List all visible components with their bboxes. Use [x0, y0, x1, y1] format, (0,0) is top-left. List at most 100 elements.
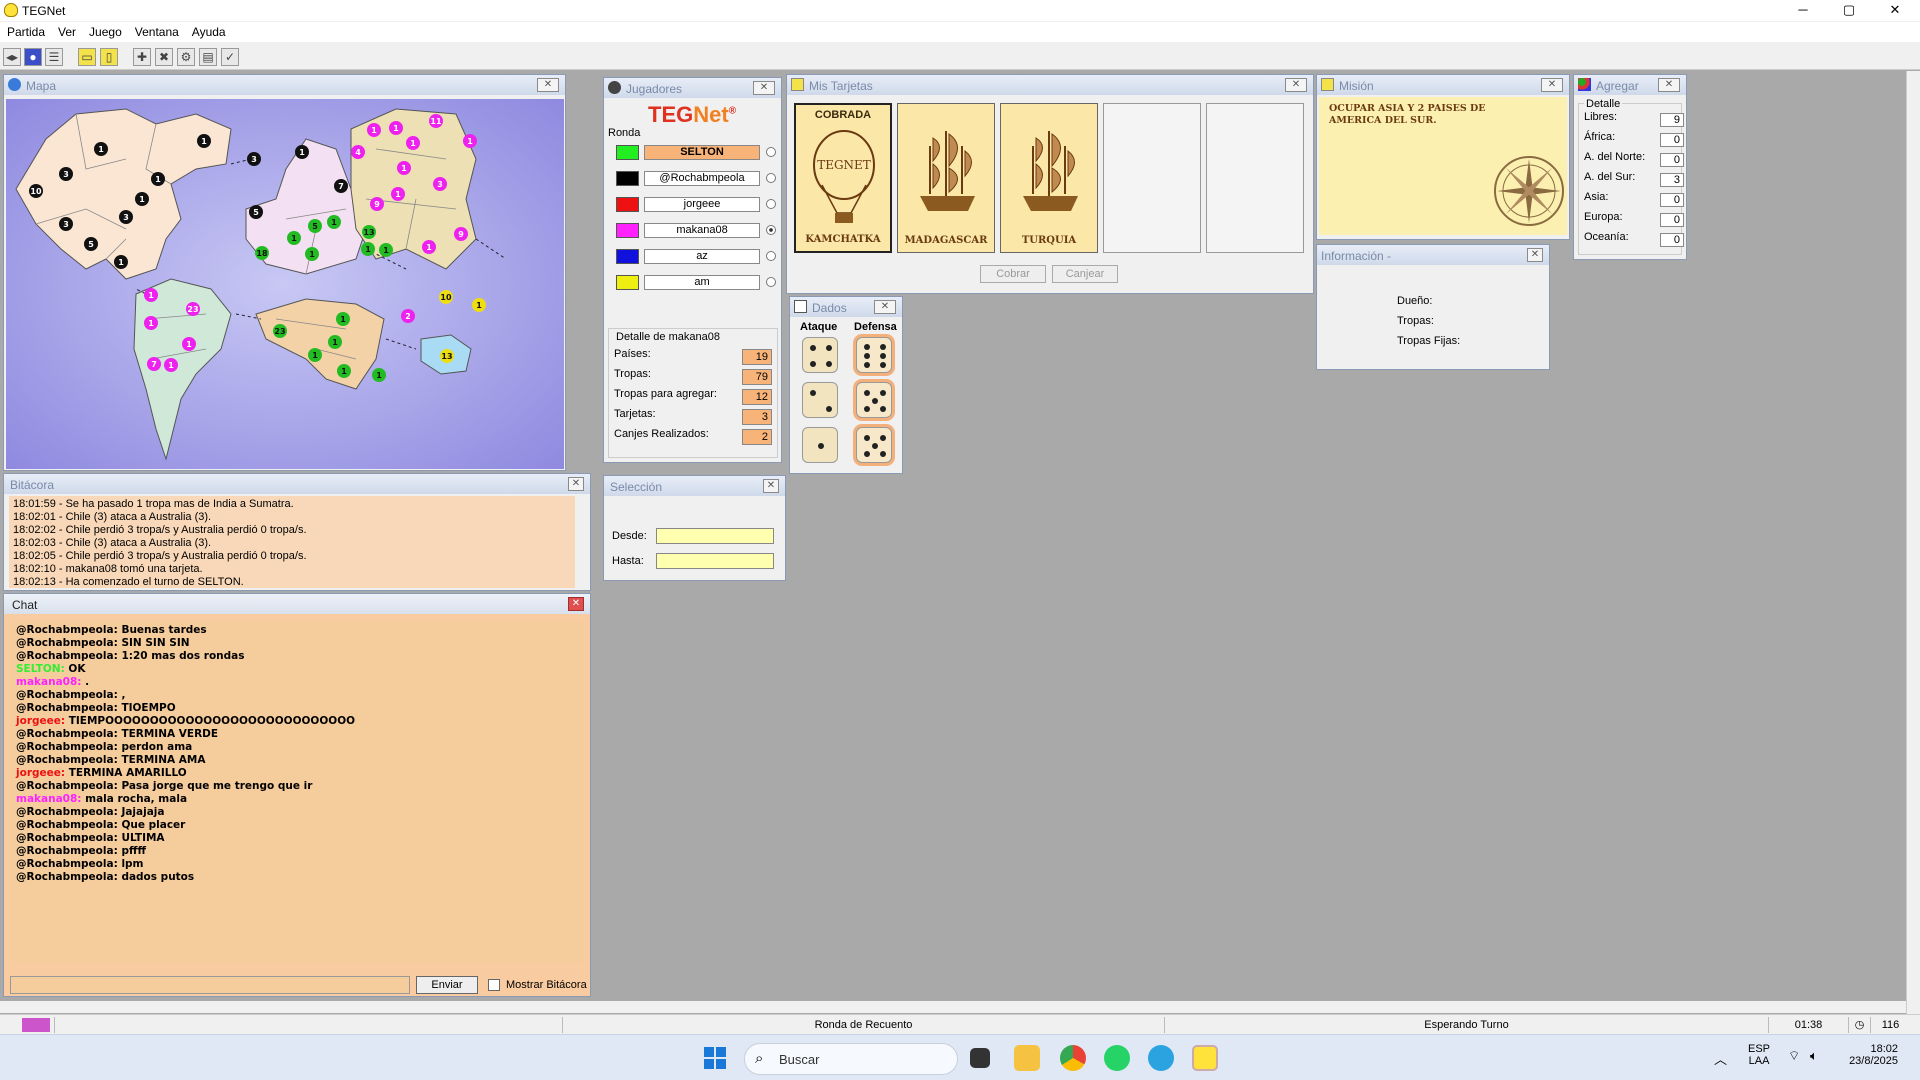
player-radio[interactable]	[766, 147, 776, 157]
chrome-icon[interactable]	[1060, 1045, 1086, 1071]
card-icon[interactable]: ▭	[78, 48, 96, 66]
to-label: Hasta:	[612, 555, 644, 567]
svg-text:3: 3	[437, 180, 443, 189]
chevron-up-icon[interactable]: ︿	[1714, 1049, 1727, 1068]
svg-text:1: 1	[401, 164, 407, 173]
menu-juego[interactable]: Juego	[82, 22, 128, 39]
attack-icon[interactable]: ✖	[155, 48, 173, 66]
map-close-button[interactable]: ✕	[537, 78, 559, 92]
svg-text:1: 1	[341, 367, 347, 376]
add-icon[interactable]: ✚	[133, 48, 151, 66]
close-button[interactable]: ✕	[1872, 0, 1918, 22]
input-language[interactable]: ESP LAA	[1748, 1043, 1770, 1067]
from-field[interactable]	[656, 528, 774, 544]
svg-text:1: 1	[467, 137, 473, 146]
chat-close-button[interactable]: ✕	[568, 597, 584, 611]
whatsapp-icon[interactable]	[1104, 1045, 1130, 1071]
chat-text: mala rocha, mala	[85, 793, 188, 805]
player-row[interactable]: jorgeee	[616, 196, 776, 214]
svg-text:1: 1	[365, 245, 371, 254]
vertical-scrollbar[interactable]	[1906, 71, 1920, 1014]
connect-icon[interactable]: ◂▸	[3, 48, 21, 66]
svg-text:4: 4	[355, 148, 361, 157]
chat-input[interactable]	[10, 976, 410, 994]
add-value: 3	[1660, 173, 1684, 187]
selection-panel: Selección ✕ Desde: Hasta:	[603, 475, 786, 581]
add-close-button[interactable]: ✕	[1658, 78, 1680, 92]
selection-close-button[interactable]: ✕	[763, 479, 779, 493]
log-close-button[interactable]: ✕	[568, 477, 584, 491]
menu-ventana[interactable]: Ventana	[128, 22, 185, 39]
volume-icon[interactable]: 🔈︎	[1810, 1048, 1818, 1064]
search-icon: ⌕	[755, 1050, 764, 1067]
show-log-checkbox[interactable]	[488, 979, 500, 991]
svg-text:13: 13	[441, 352, 452, 361]
player-row[interactable]: am	[616, 274, 776, 292]
players-title: Jugadores	[626, 82, 683, 96]
player-radio[interactable]	[766, 277, 776, 287]
info-close-button[interactable]: ✕	[1527, 248, 1543, 262]
to-field[interactable]	[656, 553, 774, 569]
player-row[interactable]: @Rochabmpeola	[616, 170, 776, 188]
menu-ayuda[interactable]: Ayuda	[185, 22, 232, 39]
exchange-button[interactable]: Canjear	[1052, 265, 1118, 283]
collect-button[interactable]: Cobrar	[980, 265, 1046, 283]
telegram-icon[interactable]	[1148, 1045, 1174, 1071]
world-map[interactable]: 1 1 3 10 1 1 3 3 5 1 3 1 7 5 1 23 1 1 7 …	[6, 99, 564, 469]
cards-close-button[interactable]: ✕	[1285, 78, 1307, 92]
chat-message: makana08: .	[16, 676, 578, 689]
chat-text: Jajajaja	[121, 806, 165, 818]
player-row[interactable]: makana08	[616, 222, 776, 240]
chat-text: Buenas tardes	[121, 624, 207, 636]
windows-start-icon[interactable]	[704, 1047, 726, 1069]
player-color-swatch	[616, 249, 639, 264]
player-row[interactable]: SELTON	[616, 144, 776, 162]
log-list[interactable]: 18:01:59 - Se ha pasado 1 tropa mas de I…	[9, 496, 575, 588]
minimize-button[interactable]: ─	[1780, 0, 1826, 22]
ship-icon	[1023, 131, 1078, 211]
svg-text:23: 23	[187, 305, 198, 314]
chat-messages[interactable]: @Rochabmpeola: Buenas tardes @Rochabmpeol…	[10, 622, 584, 962]
owner-label: Dueño:	[1397, 295, 1433, 307]
taskbar-search[interactable]: ⌕ Buscar	[744, 1043, 958, 1075]
check-icon[interactable]: ✓	[221, 48, 239, 66]
window-title: TEGNet	[22, 4, 66, 18]
gear-icon[interactable]: ⚙	[177, 48, 195, 66]
players-close-button[interactable]: ✕	[753, 81, 775, 95]
card-madagascar[interactable]: MADAGASCAR	[897, 103, 995, 253]
cards-title: Mis Tarjetas	[809, 79, 873, 93]
chat-text: OK	[68, 663, 86, 675]
chat-user: @Rochabmpeola:	[16, 637, 118, 649]
map-title-bar: Mapa ✕	[4, 75, 565, 95]
system-clock[interactable]: 18:02 23/8/2025	[1838, 1043, 1898, 1067]
player-radio[interactable]	[766, 251, 776, 261]
horizontal-scrollbar[interactable]	[0, 1001, 1906, 1013]
player-row[interactable]: az	[616, 248, 776, 266]
selection-title-bar: Selección ✕	[604, 476, 785, 496]
dice-close-button[interactable]: ✕	[874, 300, 896, 314]
send-button[interactable]: Enviar	[416, 976, 478, 994]
globe-icon[interactable]: ●	[24, 48, 42, 66]
mission-title: Misión	[1339, 79, 1374, 93]
menu-partida[interactable]: Partida	[0, 22, 51, 39]
die-pip	[818, 443, 824, 449]
list-icon[interactable]: ☰	[45, 48, 63, 66]
player-radio[interactable]	[766, 225, 776, 235]
mission-close-button[interactable]: ✕	[1541, 78, 1563, 92]
menu-ver[interactable]: Ver	[51, 22, 82, 39]
card-kamchatka[interactable]: COBRADA TEGNET KAMCHATKA	[794, 103, 892, 253]
die-pip	[864, 344, 870, 350]
maximize-button[interactable]: ▢	[1826, 0, 1872, 22]
file-explorer-icon[interactable]	[1014, 1045, 1040, 1071]
mission-icon[interactable]: ▯	[100, 48, 118, 66]
svg-text:1: 1	[148, 291, 154, 300]
player-radio[interactable]	[766, 199, 776, 209]
player-name: makana08	[644, 223, 760, 238]
task-view-icon[interactable]	[970, 1048, 990, 1068]
wifi-icon[interactable]: ⌔	[1788, 1048, 1800, 1064]
chat-title: Chat	[12, 598, 38, 612]
player-radio[interactable]	[766, 173, 776, 183]
tegnet-taskbar-icon[interactable]	[1192, 1045, 1218, 1071]
card-turquia[interactable]: TURQUIA	[1000, 103, 1098, 253]
regroup-icon[interactable]: ▤	[199, 48, 217, 66]
